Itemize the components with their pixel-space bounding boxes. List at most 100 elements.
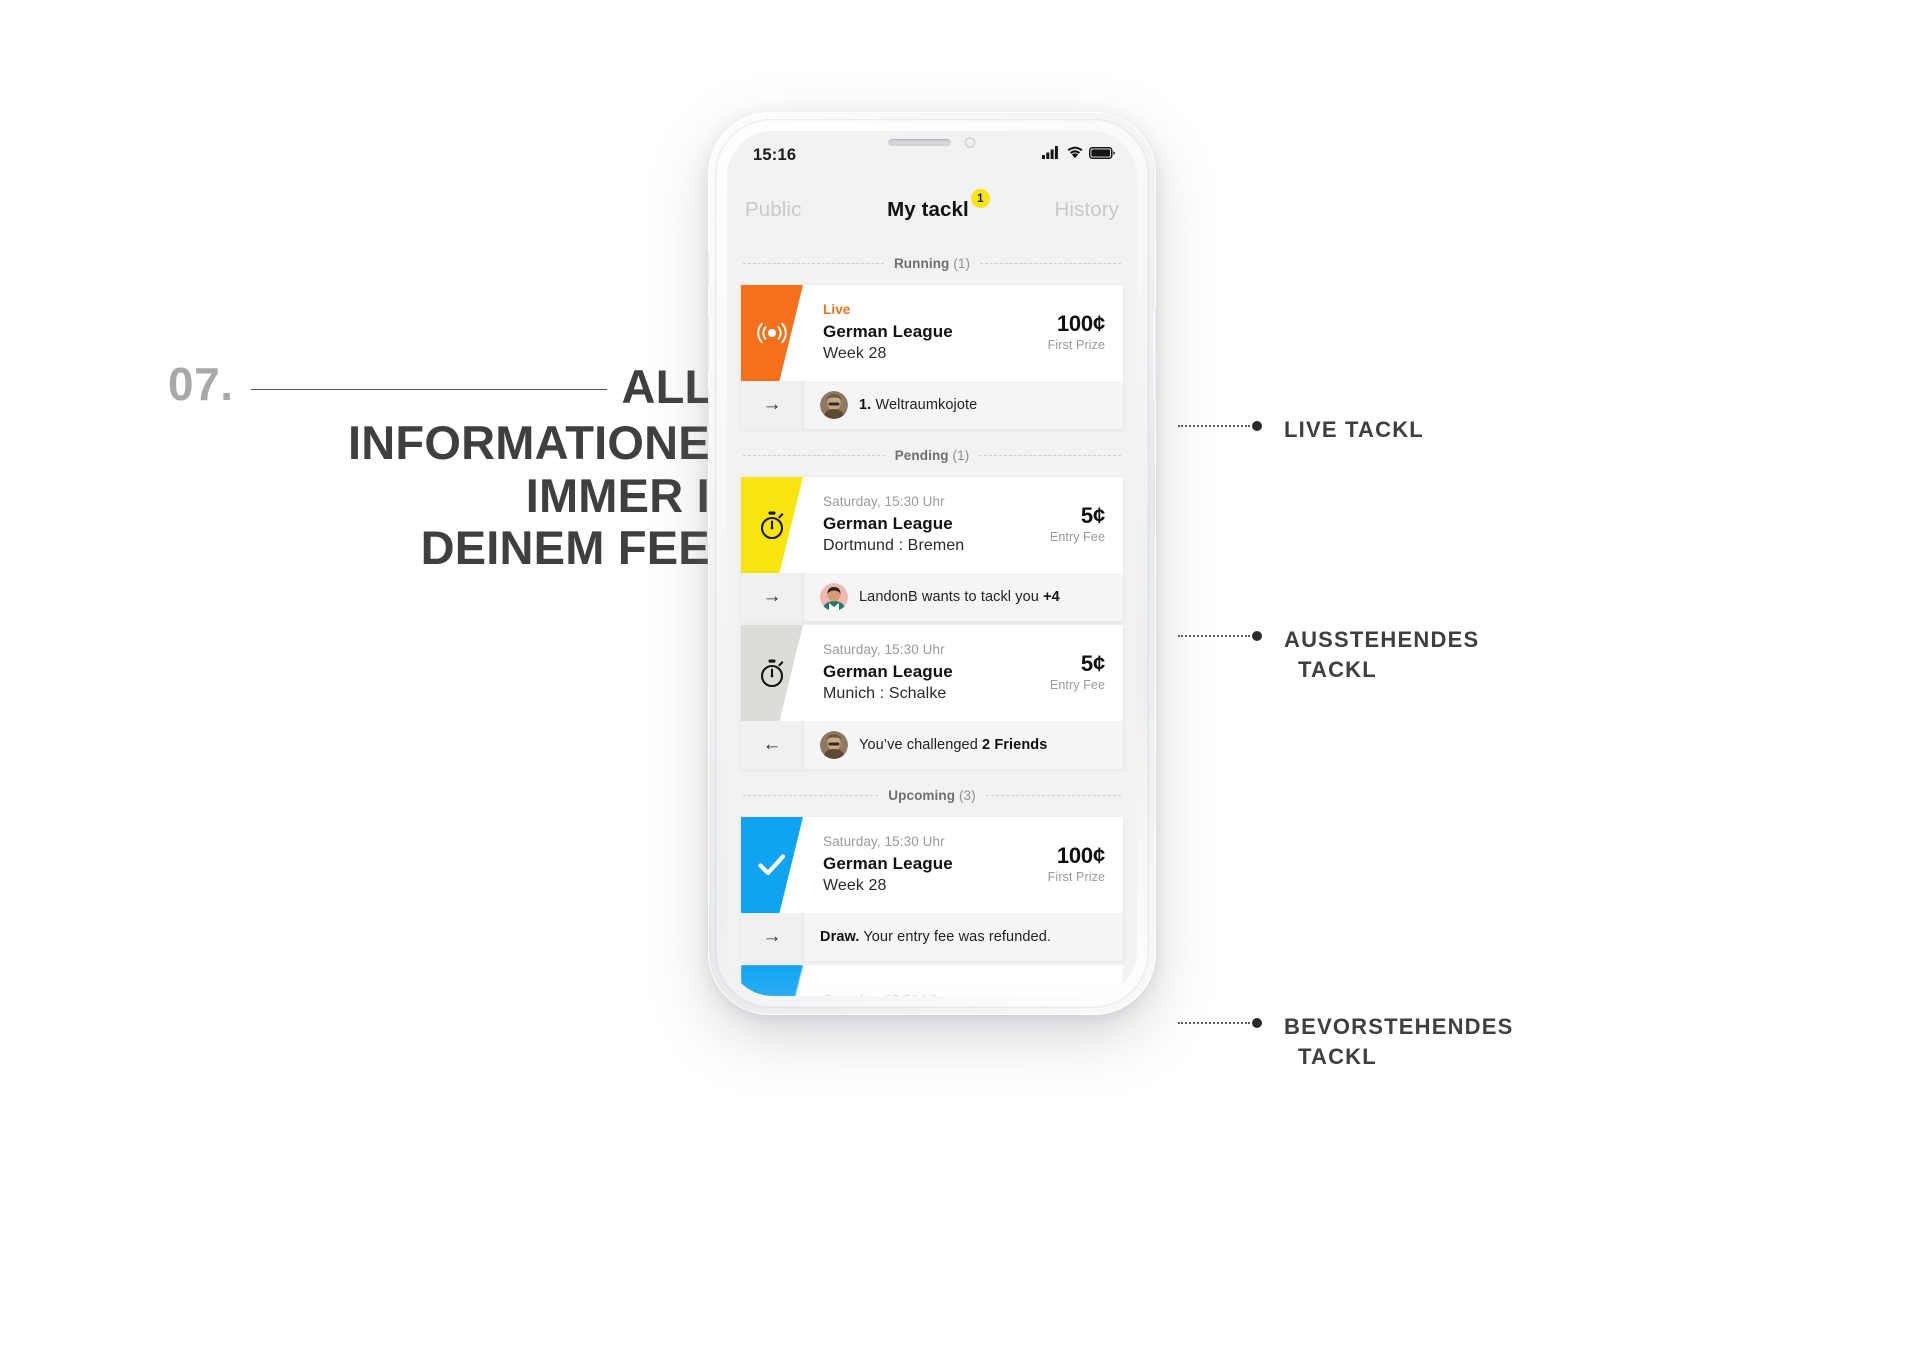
checkmark-icon xyxy=(757,853,787,877)
tab-history[interactable]: History xyxy=(1055,198,1119,222)
section-count-running: (1) xyxy=(953,255,971,271)
annotation-live-tackl: LIVE TACKL xyxy=(1178,415,1424,445)
annotation-label-line-1: LIVE TACKL xyxy=(1284,417,1424,442)
card-text-group: Saturday, 15:30 Uhr German League xyxy=(823,991,953,996)
card-title: German League xyxy=(823,514,953,534)
slide-headline-block: 07. ALLE INFORMATIONEN IMMER IN DEINEM F… xyxy=(0,355,745,575)
card-body: Saturday, 15:30 Uhr German League Dortmu… xyxy=(803,477,1123,573)
footer-text-body: LandonB wants to tackl you xyxy=(859,589,1039,605)
arrow-left-icon[interactable]: ← xyxy=(741,721,804,769)
footer-text: 1. Weltraumkojote xyxy=(859,397,977,413)
phone-mockup: 15:16 Public My tackl 1 History Running … xyxy=(708,112,1156,1015)
annotation-label-line-2: TACKL xyxy=(1298,656,1377,682)
annotation-label-line-2: TACKL xyxy=(1298,1043,1377,1069)
tackl-card-pending-2[interactable]: Saturday, 15:30 Uhr German League Munich… xyxy=(741,625,1123,769)
footer-text-prefix: Draw. xyxy=(820,929,860,945)
headline-top-row: 07. ALLE xyxy=(0,355,745,417)
card-price-label: Entry Fee xyxy=(1049,529,1105,544)
card-title: German League xyxy=(823,854,953,874)
cellular-signal-icon xyxy=(1042,146,1061,164)
battery-icon xyxy=(1089,146,1115,164)
card-footer[interactable]: ← You’ve challenged 2 Friends xyxy=(741,721,1123,769)
headline-line-3: IMMER IN xyxy=(525,468,744,522)
phone-power-button[interactable] xyxy=(1153,308,1156,400)
tackl-card-main[interactable]: Saturday, 15:30 Uhr German League Week 2… xyxy=(741,817,1123,913)
section-header-upcoming: Upcoming (3) xyxy=(741,773,1123,817)
phone-notch xyxy=(888,137,976,148)
arrow-right-icon[interactable]: → xyxy=(741,573,804,621)
section-dash-right xyxy=(980,262,1122,264)
footer-text-body: Your entry fee was refunded. xyxy=(863,929,1051,945)
card-body: Saturday, 15:30 Uhr German League Munich… xyxy=(803,625,1123,721)
annotation-label-line-1: BEVORSTEHENDES xyxy=(1284,1014,1514,1039)
card-accent-pending-sent xyxy=(741,625,803,721)
card-price: 100¢ xyxy=(1056,842,1105,868)
card-kicker-live: Live xyxy=(823,302,851,318)
tab-my-tackl-label: My tackl xyxy=(887,198,969,221)
card-subtitle: Munich : Schalke xyxy=(823,685,947,703)
arrow-right-icon[interactable]: → xyxy=(741,381,804,429)
headline-remaining-lines: INFORMATIONEN IMMER IN DEINEM FEED xyxy=(0,416,745,575)
live-broadcast-icon xyxy=(757,320,787,346)
tackl-card-pending-1[interactable]: Saturday, 15:30 Uhr German League Dortmu… xyxy=(741,477,1123,621)
front-camera-icon xyxy=(964,137,976,148)
footer-text-body: Weltraumkojote xyxy=(875,397,978,413)
tackl-card-main[interactable]: Live German League Week 28 100¢ First Pr… xyxy=(741,285,1123,381)
annotation-label-line-1: AUSSTEHENDES xyxy=(1284,627,1480,652)
footer-text-suffix: 2 Friends xyxy=(982,737,1048,753)
phone-volume-down-button[interactable] xyxy=(708,388,711,448)
card-accent-live xyxy=(741,285,803,381)
card-body: Live German League Week 28 100¢ First Pr… xyxy=(803,285,1123,381)
tackl-card-running-1[interactable]: Live German League Week 28 100¢ First Pr… xyxy=(741,285,1123,429)
section-title-pending: Pending (1) xyxy=(895,448,970,463)
card-kicker: Saturday, 15:30 Uhr xyxy=(823,494,945,510)
card-text-group: Saturday, 15:30 Uhr German League Dortmu… xyxy=(823,492,964,557)
card-footer[interactable]: → LandonB wants to tackl you +4 xyxy=(741,573,1123,621)
card-price: 5¢ xyxy=(1080,650,1105,676)
card-price-group: 100¢ First Prize xyxy=(1040,842,1106,887)
card-subtitle: Week 28 xyxy=(823,877,887,895)
annotation-dot xyxy=(1252,631,1262,641)
footer-text-suffix: +4 xyxy=(1043,589,1060,605)
footer-content: 1. Weltraumkojote xyxy=(804,381,1123,429)
footer-text-prefix: 1. xyxy=(859,397,872,413)
section-title-running: Running (1) xyxy=(894,256,970,271)
wifi-icon xyxy=(1067,146,1083,164)
headline-line-4: DEINEM FEED xyxy=(420,521,744,575)
phone-volume-up-button[interactable] xyxy=(708,314,711,374)
footer-text: LandonB wants to tackl you +4 xyxy=(859,589,1060,605)
section-dash-left xyxy=(743,794,879,796)
tab-public-label: Public xyxy=(745,198,802,221)
phone-mute-switch[interactable] xyxy=(708,252,711,286)
section-header-pending: Pending (1) xyxy=(741,433,1123,477)
tackl-card-main[interactable]: Saturday, 15:30 Uhr German League 10 🍺 xyxy=(741,965,1123,996)
tab-my-tackl-badge: 1 xyxy=(970,189,990,208)
status-bar-icons xyxy=(1042,146,1115,164)
card-title: German League xyxy=(823,662,953,682)
footer-content: Draw. Your entry fee was refunded. xyxy=(804,913,1123,961)
annotation-leader-line xyxy=(1178,635,1250,637)
card-footer[interactable]: → 1. Weltraumkojote xyxy=(741,381,1123,429)
annotation-label: LIVE TACKL xyxy=(1284,415,1424,445)
section-count-upcoming: (3) xyxy=(958,787,976,803)
card-subtitle: Dortmund : Bremen xyxy=(823,537,965,555)
tackl-card-main[interactable]: Saturday, 15:30 Uhr German League Dortmu… xyxy=(741,477,1123,573)
tab-public[interactable]: Public xyxy=(745,198,801,222)
tab-history-label: History xyxy=(1054,198,1119,221)
tackl-feed-list[interactable]: Running (1) Live German League Week 28 1… xyxy=(727,241,1137,996)
annotation-label: BEVORSTEHENDES TACKL xyxy=(1284,1012,1514,1071)
tackl-card-main[interactable]: Saturday, 15:30 Uhr German League Munich… xyxy=(741,625,1123,721)
top-tab-bar: Public My tackl 1 History xyxy=(727,179,1137,241)
card-price-group: 5¢ Entry Fee xyxy=(1042,502,1105,547)
tab-my-tackl[interactable]: My tackl 1 xyxy=(887,189,990,222)
footer-text: You’ve challenged 2 Friends xyxy=(859,737,1047,753)
card-footer[interactable]: → Draw. Your entry fee was refunded. xyxy=(741,913,1123,961)
card-price-label: First Prize xyxy=(1047,337,1105,352)
arrow-right-icon[interactable]: → xyxy=(741,913,804,961)
earpiece-speaker xyxy=(888,139,951,146)
card-price: 5¢ xyxy=(1080,502,1105,528)
section-dash-right xyxy=(979,454,1121,456)
tackl-card-upcoming-1[interactable]: Saturday, 15:30 Uhr German League Week 2… xyxy=(741,817,1123,961)
tackl-card-upcoming-2-partial[interactable]: Saturday, 15:30 Uhr German League 10 🍺 xyxy=(741,965,1123,996)
section-name-upcoming: Upcoming xyxy=(888,787,956,803)
